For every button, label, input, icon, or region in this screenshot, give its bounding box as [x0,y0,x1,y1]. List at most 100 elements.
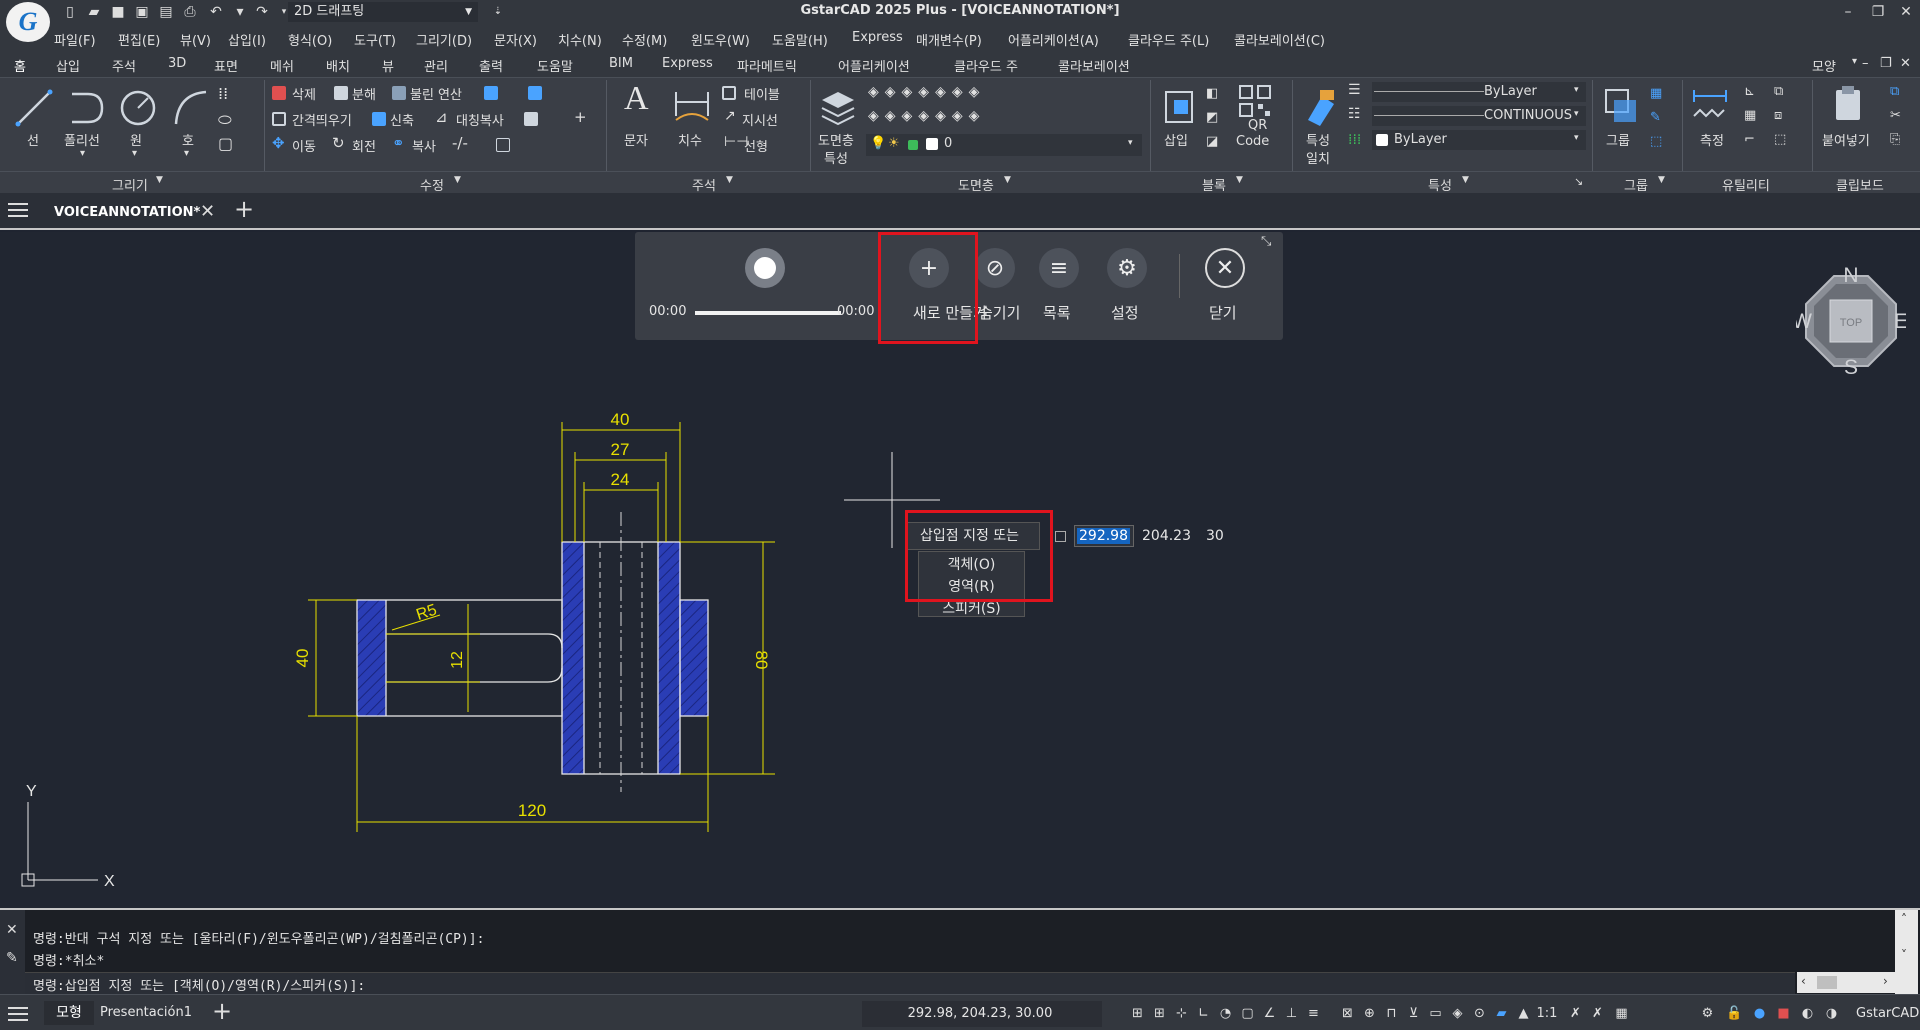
chevron-down-icon[interactable]: ▾ [1852,56,1857,67]
menu-insert[interactable]: 삽입(I) [228,30,266,49]
layer-select[interactable]: 💡 ☀ 0 ▾ [866,134,1142,156]
text-label[interactable]: 문자 [624,130,648,149]
block-attr-icon[interactable]: ◩ [1206,110,1218,125]
menu-applications[interactable]: 어플리케이션(A) [1008,30,1099,49]
circle-icon[interactable] [116,86,160,130]
tab-manage[interactable]: 관리 [424,56,448,75]
zoom-icon[interactable]: ⊙ [1472,1007,1487,1021]
menu-collaboration[interactable]: 콜라보레이션(C) [1234,30,1325,49]
tab-express[interactable]: Express [662,56,713,71]
point-icon[interactable]: ⁞⁞ [218,84,228,103]
app-logo-icon[interactable]: G [6,2,50,42]
ungroup-icon[interactable]: ▦ [1650,86,1662,101]
menu-hamburger-icon[interactable] [8,203,28,219]
polyline-label[interactable]: 폴리선 [64,130,100,149]
coord-y-value[interactable]: 204.23 [1142,528,1191,544]
cut-icon[interactable]: ✂ [1890,108,1901,123]
properties-launcher-icon[interactable]: ↘ [1574,175,1583,188]
break-icon[interactable]: -/- [452,134,468,152]
quick-select-icon[interactable]: ⬚ [1774,132,1786,147]
save-as-icon[interactable]: ▣ [134,4,150,20]
copy-clip-icon[interactable]: ⧉ [1890,84,1899,99]
insert-label[interactable]: 삽입 [1164,130,1188,149]
compass-w[interactable]: W [1792,310,1812,333]
dimension-icon[interactable] [672,86,712,126]
polar-icon[interactable]: ◔ [1218,1007,1233,1021]
workspace-select[interactable]: 2D 드래프팅 ▼ [288,2,478,22]
rotate-icon[interactable]: ↻ [332,134,345,152]
match-label-1[interactable]: 특성 [1306,130,1330,149]
panel-properties-label[interactable]: 특성 [1428,175,1452,194]
panel-layer-label[interactable]: 도면층 [958,175,994,194]
tab-applications[interactable]: 어플리케이션 [838,56,910,75]
workspace-switch-icon[interactable]: ▰ [1494,1007,1509,1021]
explode-icon[interactable] [334,86,348,100]
match-label-2[interactable]: 일치 [1306,148,1330,167]
stretch-icon[interactable] [372,112,386,126]
osnap-icon[interactable]: ▢ [1240,1007,1255,1021]
undo-icon[interactable]: ↶ [208,4,224,20]
close-tab-icon[interactable]: ✕ [200,201,215,222]
filter-icon[interactable]: ⧈ [1774,108,1782,123]
quick-calc-icon[interactable]: ▦ [1744,108,1756,123]
vertical-scrollbar[interactable]: ˄ ˅ [1895,910,1918,994]
block-edit-icon[interactable]: ◧ [1206,86,1218,101]
tab-home[interactable]: 홈 [14,56,26,75]
text-icon[interactable]: A [624,80,649,118]
hide-button[interactable]: ⊘ [975,248,1015,288]
menu-edit[interactable]: 편집(E) [118,30,160,49]
ribbon-restore-icon[interactable]: ❐ [1880,56,1892,71]
appearance-menu[interactable]: 모양 [1812,56,1836,75]
dyn-input-icon[interactable]: ⊓ [1384,1007,1399,1021]
qr-code-icon[interactable] [1236,84,1276,118]
lineweight-toggle-icon[interactable]: ≡ [1306,1007,1321,1021]
move-label[interactable]: 이동 [292,136,316,155]
minimize-icon[interactable]: – [1836,1,1860,23]
circle-label[interactable]: 원 [130,130,142,149]
tab-parametric[interactable]: 파라메트릭 [737,56,797,75]
new-file-icon[interactable]: ▯ [62,4,78,20]
compass-e[interactable]: E [1894,310,1908,333]
customize-toolbar-icon[interactable]: ⇣ [490,4,506,20]
otrack-icon[interactable]: ∠ [1262,1007,1277,1021]
close-command-icon[interactable]: ✕ [6,922,18,938]
fillet-icon[interactable] [524,112,538,126]
close-panel-button[interactable]: ✕ [1205,248,1245,288]
playback-track[interactable] [695,311,841,315]
layout-menu-icon[interactable] [8,1007,28,1021]
group-icon[interactable] [1600,86,1640,126]
panel-clipboard-label[interactable]: 클립보드 [1836,175,1884,194]
tab-output[interactable]: 출력 [479,56,503,75]
copy-base-icon[interactable]: ⎘ [1890,132,1900,147]
polyline-icon[interactable] [64,86,108,130]
paste-label[interactable]: 붙여넣기 [1822,130,1870,149]
paste-icon[interactable] [1830,84,1870,124]
dimension-label[interactable]: 치수 [678,130,702,149]
isolate-icon[interactable]: ● [1752,1007,1767,1021]
array-icon[interactable] [484,86,498,100]
close-panel-label[interactable]: 닫기 [1209,302,1237,323]
select-all-icon[interactable]: ⌐ [1744,132,1755,147]
lineweight-select[interactable]: ByLayer ▾ [1372,130,1586,150]
menu-file[interactable]: 파일(F) [54,30,96,49]
hide-label[interactable]: 숨기기 [979,302,1020,323]
erase-label[interactable]: 삭제 [292,84,316,103]
tab-surface[interactable]: 표면 [214,56,238,75]
layer-tools-row-2[interactable]: ◈◈◈◈◈◈◈ [868,108,985,124]
stretch-label[interactable]: 신축 [390,110,414,129]
print-icon[interactable]: ⎙ [182,4,198,20]
tab-annotate[interactable]: 주석 [112,56,136,75]
panel-annotation-label[interactable]: 주석 [692,175,716,194]
rectangle-icon[interactable]: ▢ [218,134,233,153]
chevron-down-icon[interactable]: ▼ [1004,175,1011,185]
view-cube[interactable]: TOP N S E W [1792,264,1908,379]
hardware-accel-icon[interactable]: ■ [1776,1007,1791,1021]
menu-text[interactable]: 문자(X) [494,30,537,49]
chevron-down-icon[interactable]: ▾ [132,148,137,159]
list-button[interactable]: ≡ [1039,248,1079,288]
mirror-icon[interactable]: ⊿ [435,108,448,126]
group-edit-icon[interactable]: ✎ [1650,110,1661,125]
move-icon[interactable]: ✥ [272,134,285,152]
plot-icon[interactable]: ▤ [158,4,174,20]
menu-tools[interactable]: 도구(T) [354,30,396,49]
